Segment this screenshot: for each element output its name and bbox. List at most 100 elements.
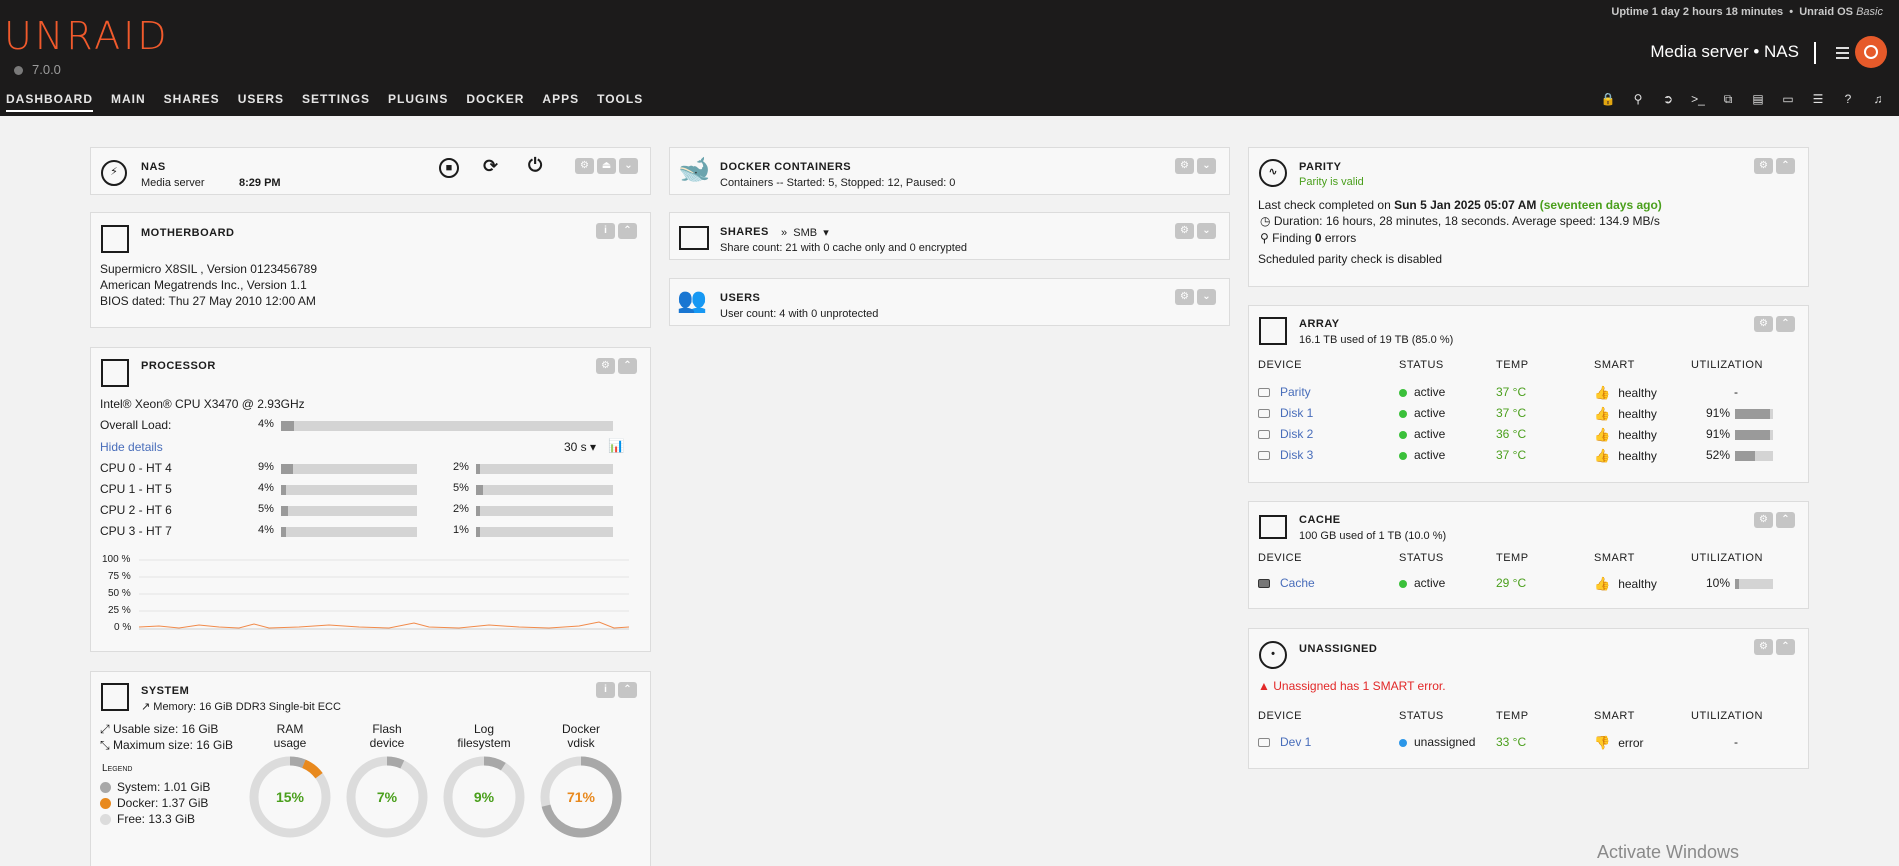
- settings-icon[interactable]: ⚙: [575, 158, 594, 174]
- unassigned-panel: • UNASSIGNED ⚙ ⌃ ▲ Unassigned has 1 SMAR…: [1248, 628, 1809, 769]
- chart-icon[interactable]: 📊: [608, 438, 624, 454]
- col-device: DEVICE: [1258, 359, 1302, 371]
- reboot-icon[interactable]: ⟳: [483, 156, 498, 177]
- donut-value: 15%: [276, 789, 305, 805]
- nav-settings[interactable]: SETTINGS: [302, 92, 370, 112]
- donut-value: 71%: [567, 789, 596, 805]
- chevron-up-icon[interactable]: ⌃: [1776, 158, 1795, 174]
- panel-title: PARITY: [1299, 161, 1342, 173]
- chevron-down-icon[interactable]: ⌄: [619, 158, 638, 174]
- docker-icon: 🐋: [678, 154, 711, 184]
- nav-users[interactable]: USERS: [238, 92, 284, 112]
- core-bar: [281, 485, 417, 495]
- log-icon[interactable]: ☰: [1803, 90, 1833, 108]
- chevron-up-icon[interactable]: ⌃: [618, 223, 637, 239]
- bell-icon[interactable]: ♫: [1863, 90, 1893, 108]
- help-icon[interactable]: ?: [1833, 90, 1863, 108]
- donut-docker: Docker vdisk 71%: [538, 722, 624, 843]
- flash-donut-chart: 7%: [346, 756, 428, 838]
- last-check: Last check completed on Sun 5 Jan 2025 0…: [1258, 198, 1662, 212]
- chevron-up-icon[interactable]: ⌃: [618, 358, 637, 374]
- thumbs-up-icon: 👍: [1594, 576, 1611, 591]
- nav-dashboard[interactable]: DASHBOARD: [6, 92, 93, 112]
- device-link[interactable]: Disk 3: [1280, 448, 1313, 462]
- nav-apps[interactable]: APPS: [542, 92, 579, 112]
- ram-donut-chart: 15%: [249, 756, 331, 838]
- parity-errors: ⚲ Finding 0 errors: [1260, 231, 1357, 245]
- device-link[interactable]: Cache: [1280, 576, 1315, 590]
- maximum-size: ⤡ Maximum size: 16 GiB: [100, 738, 233, 752]
- menu-icon[interactable]: [1836, 47, 1849, 62]
- stop-icon[interactable]: ■: [439, 158, 459, 178]
- panel-title: DOCKER CONTAINERS: [720, 161, 852, 173]
- col-device: DEVICE: [1258, 552, 1302, 564]
- warning-icon: ▲: [1258, 679, 1270, 693]
- interval-select[interactable]: 30 s ▾: [564, 440, 596, 454]
- chevron-up-icon[interactable]: ⌃: [1776, 639, 1795, 655]
- chevron-up-icon[interactable]: ⌃: [618, 682, 637, 698]
- legend-free: Free: 13.3 GiB: [100, 812, 195, 826]
- chevron-up-icon[interactable]: ⌃: [1776, 512, 1795, 528]
- core-value: 5%: [258, 503, 274, 515]
- status-dot: [1399, 579, 1407, 588]
- disc-icon: •: [1259, 641, 1287, 669]
- motherboard-line: American Megatrends Inc., Version 1.1: [100, 278, 307, 292]
- nav-tools[interactable]: TOOLS: [597, 92, 643, 112]
- util-text: 91%: [1706, 427, 1731, 441]
- chevron-down-icon[interactable]: ⌄: [1197, 158, 1216, 174]
- settings-icon[interactable]: ⚙: [1175, 289, 1194, 305]
- settings-icon[interactable]: ⚙: [596, 358, 615, 374]
- device-link[interactable]: Disk 1: [1280, 406, 1313, 420]
- chevron-down-icon[interactable]: ⌄: [1197, 223, 1216, 239]
- settings-icon[interactable]: ⚙: [1754, 158, 1773, 174]
- feedback-icon[interactable]: ▤: [1743, 90, 1773, 108]
- core-value: 2%: [453, 461, 469, 473]
- device-link[interactable]: Disk 2: [1280, 427, 1313, 441]
- table-row: Disk 1 active 37 °C 👍 healthy 91%: [1258, 406, 1798, 422]
- logout-icon[interactable]: ➲: [1653, 90, 1683, 108]
- terminal-icon[interactable]: >_: [1683, 90, 1713, 108]
- device-link[interactable]: Parity: [1280, 385, 1311, 399]
- overall-load-value: 4%: [258, 418, 274, 430]
- panel-buttons: i ⌃: [596, 223, 637, 239]
- core-value: 4%: [258, 482, 274, 494]
- settings-icon[interactable]: ⚙: [1175, 223, 1194, 239]
- avatar[interactable]: [1855, 36, 1887, 68]
- monitor-icon[interactable]: ▭: [1773, 90, 1803, 108]
- device-link[interactable]: Dev 1: [1280, 735, 1311, 749]
- copy-icon[interactable]: ⧉: [1713, 90, 1743, 108]
- settings-icon[interactable]: ⚙: [1175, 158, 1194, 174]
- utilization-bar: [1735, 429, 1774, 440]
- table-row: Disk 3 active 37 °C 👍 healthy 52%: [1258, 448, 1798, 464]
- settings-icon[interactable]: ⚙: [1754, 512, 1773, 528]
- settings-icon[interactable]: ⚙: [1754, 639, 1773, 655]
- status-dot: [1399, 451, 1407, 460]
- version-label: 7.0.0: [14, 62, 61, 77]
- chevron-up-icon[interactable]: ⌃: [1776, 316, 1795, 332]
- settings-icon[interactable]: ⚙: [1754, 316, 1773, 332]
- smart-text: healthy: [1618, 449, 1657, 463]
- panel-buttons: ⚙ ⌃: [1754, 316, 1795, 332]
- smb-dropdown[interactable]: » SMB ▾: [781, 226, 829, 239]
- usable-size: ⤢ Usable size: 16 GiB: [100, 722, 219, 736]
- hide-details-link[interactable]: Hide details: [100, 440, 163, 454]
- nas-panel: ⚡ NAS Media server 8:29 PM ■ ⟳ ⏻ ⚙ ⏏ ⌄: [90, 147, 651, 195]
- status-dot: [1399, 388, 1407, 397]
- eject-icon[interactable]: ⏏: [597, 158, 616, 174]
- parity-duration: ◷ Duration: 16 hours, 28 minutes, 18 sec…: [1260, 214, 1660, 228]
- status-dot: [1399, 409, 1407, 418]
- info-icon[interactable]: i: [596, 682, 615, 698]
- nav-shares[interactable]: SHARES: [164, 92, 220, 112]
- nav-docker[interactable]: DOCKER: [466, 92, 524, 112]
- power-icon[interactable]: ⏻: [528, 155, 542, 176]
- nav-plugins[interactable]: PLUGINS: [388, 92, 448, 112]
- parity-panel: ∿ PARITY Parity is valid ⚙ ⌃ Last check …: [1248, 147, 1809, 287]
- lock-icon[interactable]: 🔒: [1593, 90, 1623, 108]
- info-icon[interactable]: i: [596, 223, 615, 239]
- core-label: CPU 3 - HT 7: [100, 524, 172, 538]
- search-icon[interactable]: ⚲: [1623, 90, 1653, 108]
- server-info: Media server • NAS: [1650, 42, 1799, 61]
- nav-main[interactable]: MAIN: [111, 92, 146, 112]
- unraid-logo[interactable]: UNRAID: [4, 14, 170, 58]
- chevron-down-icon[interactable]: ⌄: [1197, 289, 1216, 305]
